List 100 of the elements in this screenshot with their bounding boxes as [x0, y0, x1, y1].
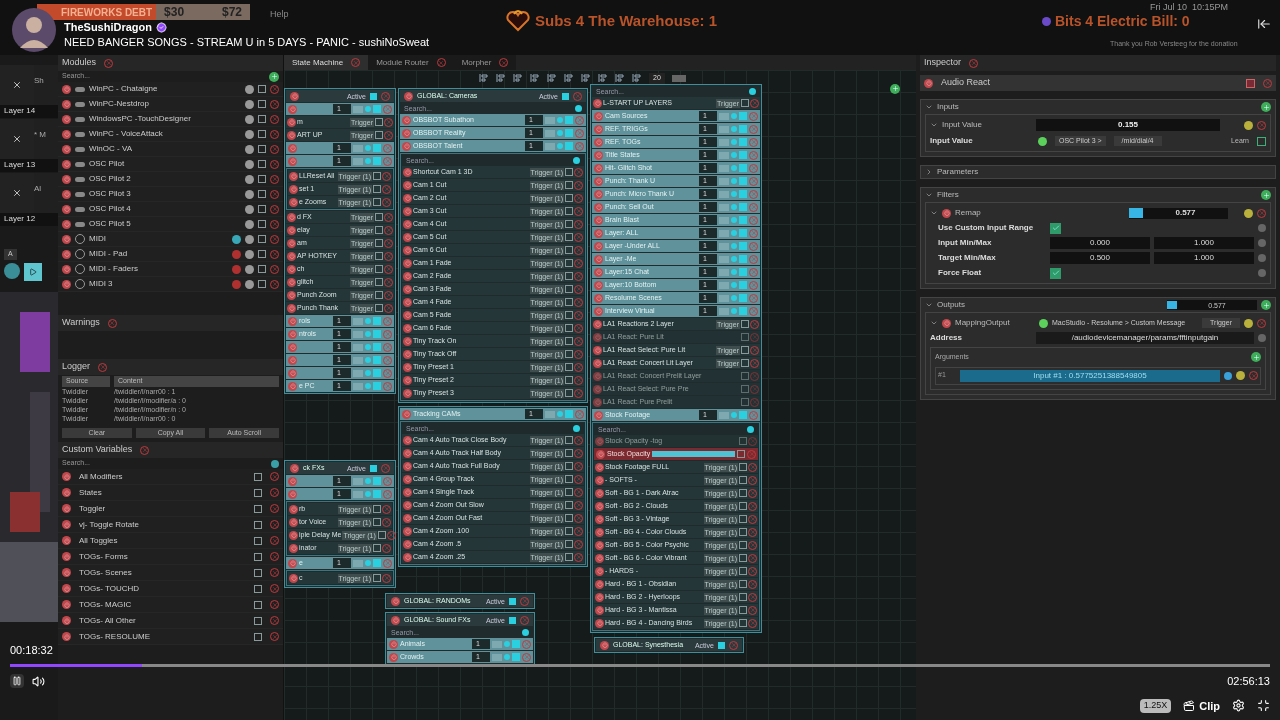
power-icon[interactable]: [942, 208, 951, 218]
toggle-icon[interactable]: [731, 217, 737, 223]
checkbox[interactable]: [375, 118, 383, 126]
power-icon[interactable]: [595, 475, 604, 485]
checkbox[interactable]: [375, 239, 383, 247]
checkbox[interactable]: [565, 324, 573, 332]
checkbox[interactable]: [739, 138, 747, 146]
toggle-icon[interactable]: [557, 143, 563, 149]
toggle-icon[interactable]: [504, 654, 510, 660]
checkbox[interactable]: [373, 144, 381, 152]
layer-clip[interactable]: * M: [34, 119, 58, 159]
power-icon[interactable]: [403, 219, 412, 229]
power-icon[interactable]: [403, 448, 412, 458]
power-icon[interactable]: [404, 91, 413, 101]
power-icon[interactable]: [595, 618, 604, 628]
channel-name[interactable]: TheSushiDragon: [64, 21, 152, 34]
power-icon[interactable]: [403, 284, 412, 294]
checkbox[interactable]: [739, 502, 747, 510]
power-icon[interactable]: [289, 184, 298, 194]
number-field[interactable]: 0.000: [1050, 237, 1150, 249]
checkbox[interactable]: [373, 172, 381, 180]
power-icon[interactable]: [289, 197, 298, 207]
checkbox[interactable]: [512, 653, 520, 661]
power-icon[interactable]: [62, 568, 71, 577]
checkbox[interactable]: [737, 450, 745, 458]
checkbox[interactable]: [565, 116, 573, 124]
checkbox[interactable]: [739, 112, 747, 120]
variable-row[interactable]: TOGs- Scenes: [58, 565, 283, 581]
stepper-icon[interactable]: [671, 74, 686, 82]
power-icon[interactable]: [403, 206, 412, 216]
checkbox[interactable]: [739, 515, 747, 523]
power-icon[interactable]: [403, 487, 412, 497]
tab[interactable]: State Machine: [284, 55, 369, 70]
module-row[interactable]: OSC Pilot 2: [58, 172, 283, 187]
checkbox[interactable]: [739, 177, 747, 185]
power-icon[interactable]: [62, 600, 71, 609]
power-icon[interactable]: [403, 526, 412, 536]
align-icon[interactable]: [632, 73, 642, 84]
power-icon[interactable]: [403, 271, 412, 281]
checkbox[interactable]: [741, 359, 749, 367]
checkbox[interactable]: [565, 514, 573, 522]
toggle-icon[interactable]: [731, 230, 737, 236]
toggle-icon[interactable]: [731, 256, 737, 262]
checkbox[interactable]: [741, 99, 749, 107]
checkbox[interactable]: [258, 160, 266, 168]
chevron-icon[interactable]: [925, 301, 933, 309]
checkbox[interactable]: [739, 307, 747, 315]
checkbox[interactable]: [739, 567, 747, 575]
power-icon[interactable]: [62, 536, 71, 545]
checkbox[interactable]: [373, 343, 381, 351]
checkbox[interactable]: [375, 226, 383, 234]
checkbox[interactable]: [565, 181, 573, 189]
checkbox[interactable]: [373, 518, 381, 526]
checkbox[interactable]: [373, 382, 381, 390]
toggle-icon[interactable]: [365, 491, 371, 497]
power-icon[interactable]: [403, 180, 412, 190]
checkbox[interactable]: [565, 168, 573, 176]
checkbox[interactable]: [565, 363, 573, 371]
power-icon[interactable]: [62, 114, 71, 124]
checkbox[interactable]: [375, 304, 383, 312]
checkbox[interactable]: [373, 490, 381, 498]
chevron-icon[interactable]: [925, 103, 933, 111]
clip-button[interactable]: Clip: [1183, 697, 1220, 714]
checkbox[interactable]: [565, 129, 573, 137]
state-node[interactable]: [398, 88, 588, 403]
power-icon[interactable]: [403, 310, 412, 320]
link-icon[interactable]: [1039, 318, 1048, 328]
checkbox[interactable]: [258, 130, 266, 138]
checkbox[interactable]: [373, 157, 381, 165]
value-field[interactable]: 0.155: [1036, 119, 1220, 131]
toggle-icon[interactable]: [731, 113, 737, 119]
power-icon[interactable]: [62, 472, 71, 481]
variable-row[interactable]: All Modifiers: [58, 469, 283, 485]
module-row[interactable]: WinPC - Chataigne: [58, 82, 283, 97]
tab[interactable]: Morpher: [453, 55, 517, 70]
power-icon[interactable]: [289, 543, 298, 553]
checkbox[interactable]: [375, 252, 383, 260]
address-field[interactable]: /audiodevicemanager/params/fftinputgain: [1036, 332, 1254, 344]
checkbox[interactable]: [565, 259, 573, 267]
add-icon[interactable]: [575, 104, 582, 112]
power-icon[interactable]: [593, 397, 602, 407]
checkbox[interactable]: [739, 528, 747, 536]
stepper-icon[interactable]: [353, 105, 363, 113]
align-icon[interactable]: [530, 73, 540, 84]
checkbox[interactable]: [1050, 222, 1061, 234]
checkbox[interactable]: [565, 462, 573, 470]
toggle-icon[interactable]: [365, 370, 371, 376]
power-icon[interactable]: [62, 249, 71, 259]
add-icon[interactable]: [1261, 102, 1271, 112]
module-row[interactable]: WindowsPC -TouchDesigner: [58, 112, 283, 127]
checkbox[interactable]: [565, 449, 573, 457]
channel-avatar[interactable]: [12, 8, 56, 52]
power-icon[interactable]: [62, 84, 71, 94]
power-icon[interactable]: [403, 461, 412, 471]
add-icon[interactable]: [269, 71, 279, 82]
variable-row[interactable]: TOGs- All Other: [58, 613, 283, 629]
power-icon[interactable]: [593, 371, 602, 381]
power-icon[interactable]: [595, 488, 604, 498]
stepper-icon[interactable]: [353, 559, 363, 567]
checkbox[interactable]: [254, 488, 262, 497]
